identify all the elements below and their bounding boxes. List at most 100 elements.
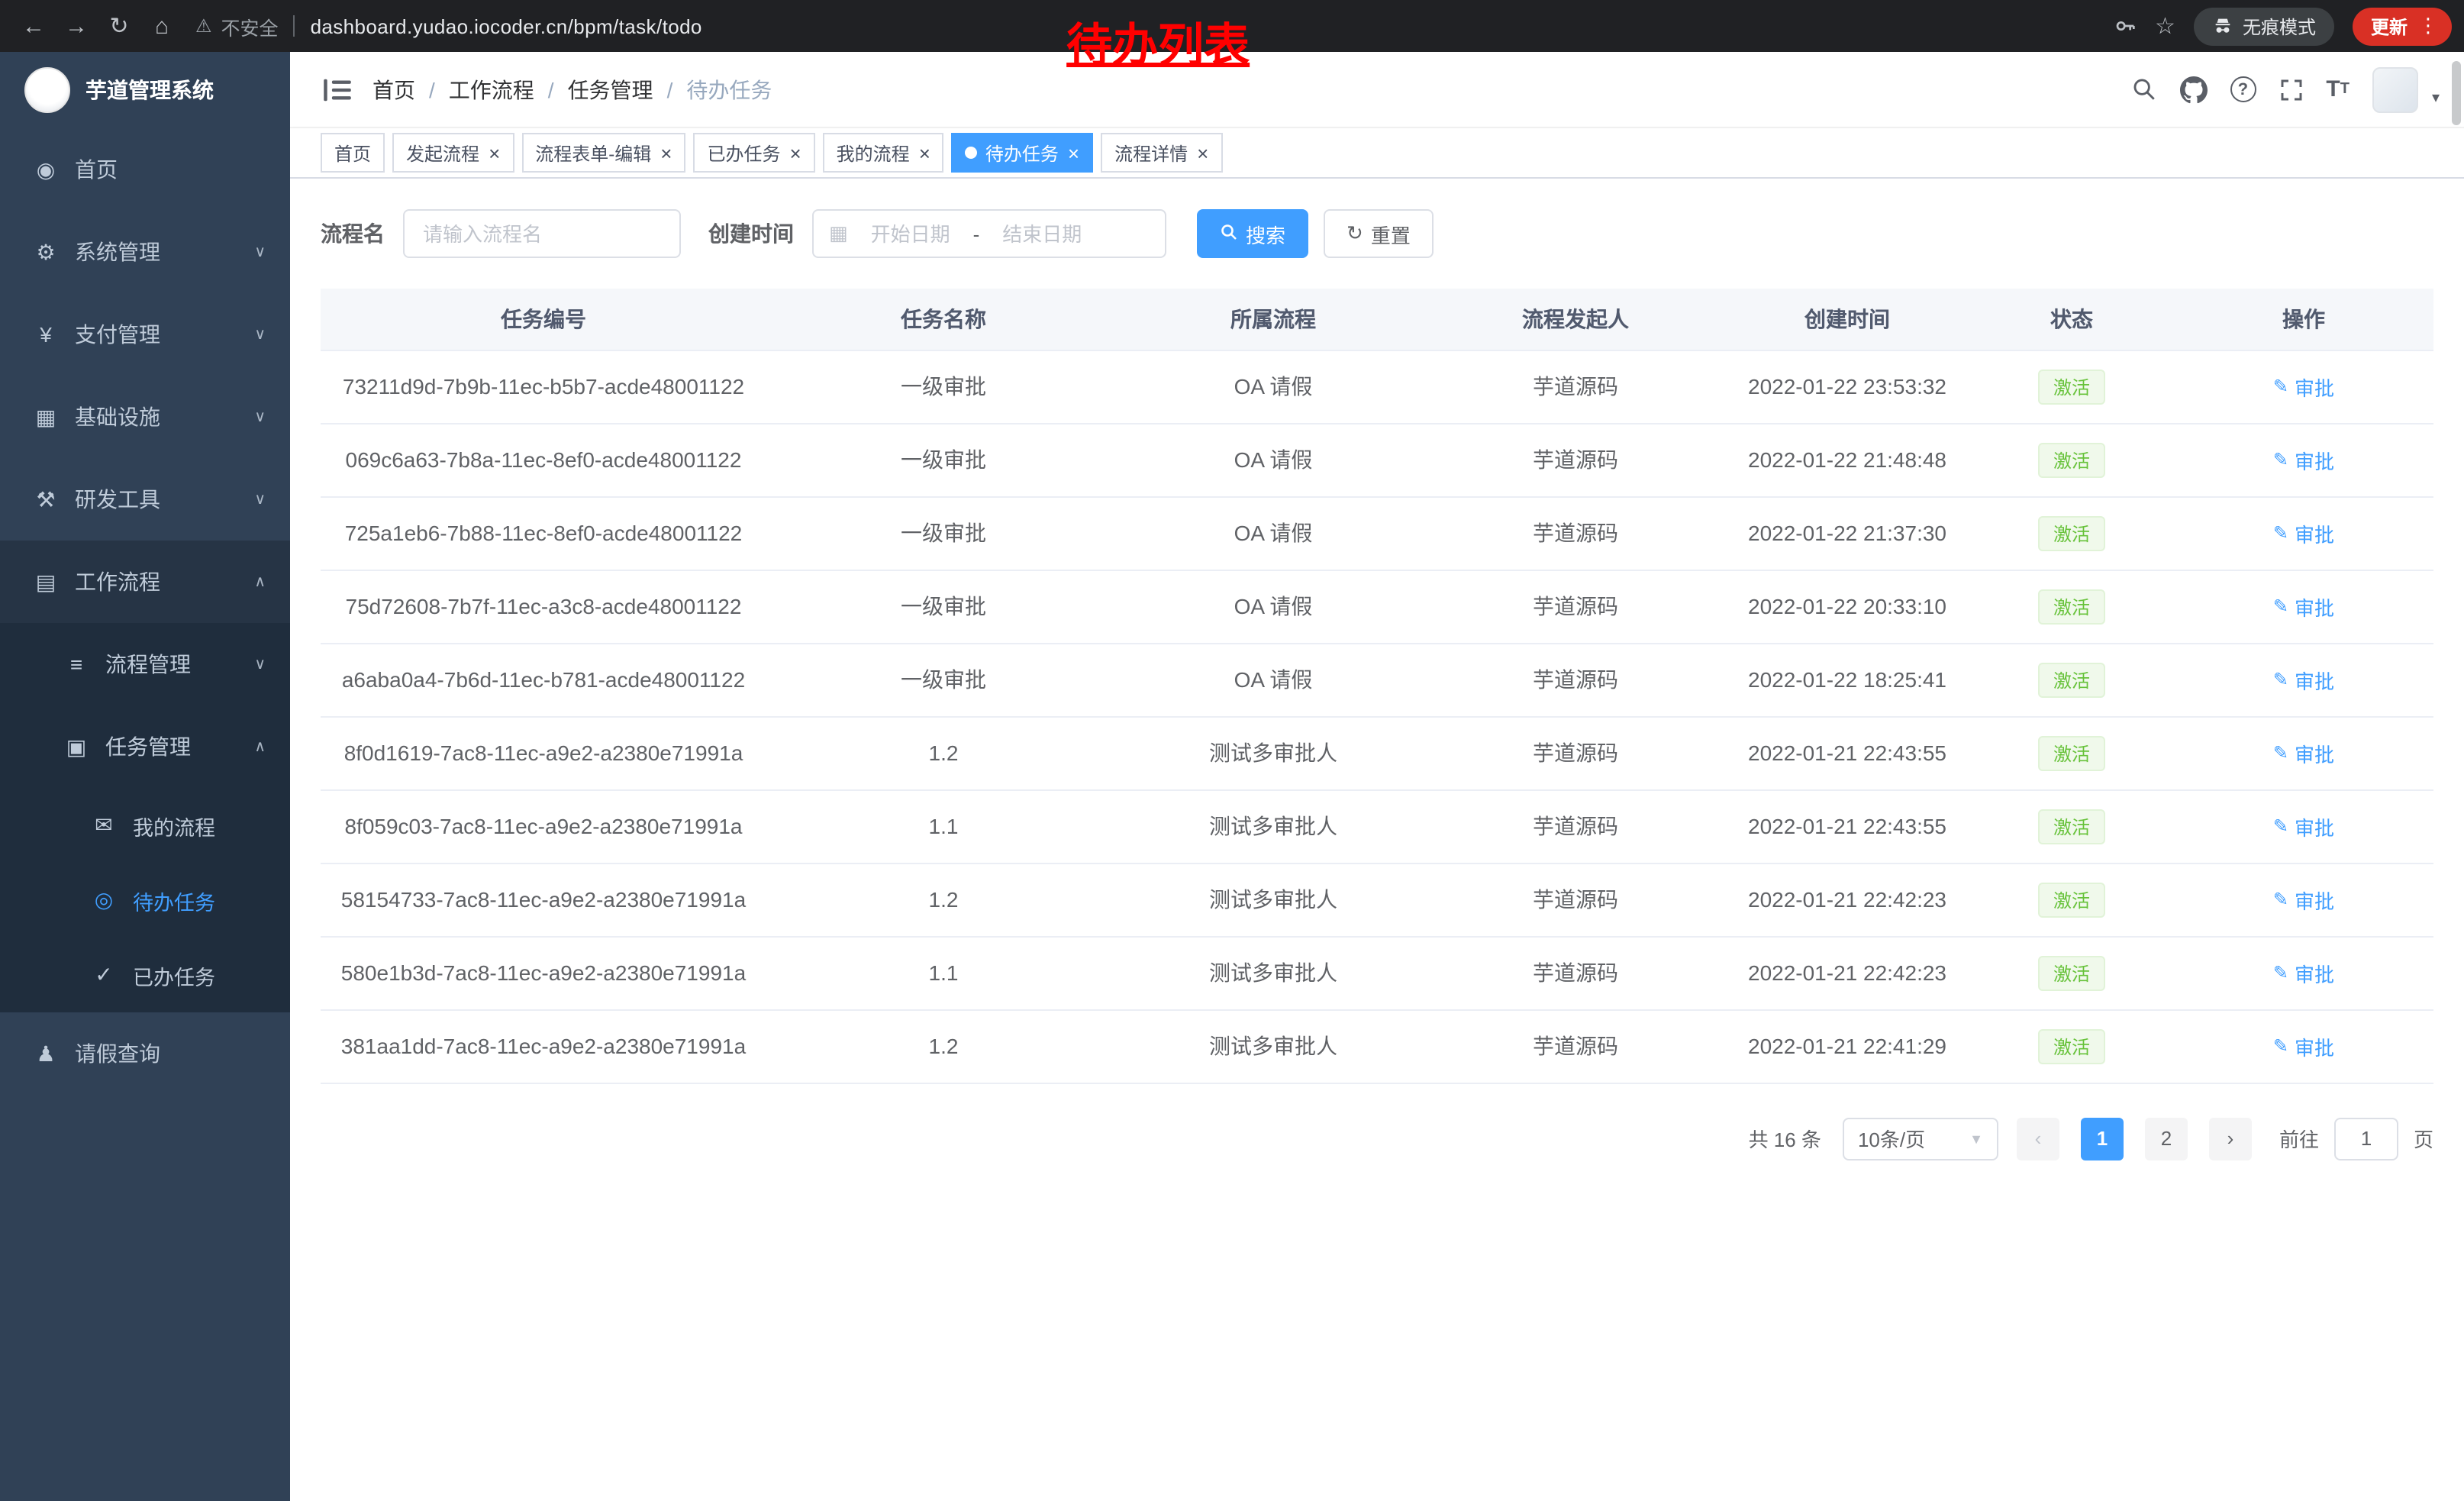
sidebar-item-system-mgmt[interactable]: ⚙系统管理∨	[0, 211, 290, 293]
address-bar[interactable]: ⚠ 不安全 dashboard.yudao.iocoder.cn/bpm/tas…	[195, 11, 702, 40]
end-date-input[interactable]	[985, 222, 1098, 245]
browser-menu-icon[interactable]: ⋮	[2418, 14, 2438, 38]
github-icon[interactable]	[2179, 76, 2207, 103]
cell-task-id: 381aa1dd-7ac8-11ec-a9e2-a2380e71991a	[321, 1009, 766, 1083]
avatar[interactable]	[2372, 66, 2418, 112]
approve-label: 审批	[2295, 1031, 2334, 1060]
tab-todo-task[interactable]: 待办任务×	[952, 133, 1093, 173]
cell-status: 激活	[1969, 570, 2174, 643]
tab-label: 我的流程	[837, 140, 910, 166]
close-icon[interactable]: ×	[1068, 143, 1079, 163]
breadcrumb-home[interactable]: 首页	[373, 74, 415, 105]
caret-down-icon[interactable]: ▾	[2432, 89, 2440, 112]
sidebar-item-home[interactable]: ◉首页	[0, 128, 290, 211]
sidebar-item-payment-mgmt[interactable]: ¥支付管理∨	[0, 293, 290, 376]
browser-chrome: ← → ↻ ⌂ ⚠ 不安全 dashboard.yudao.iocoder.cn…	[0, 0, 2464, 52]
key-icon[interactable]	[2112, 14, 2137, 38]
active-dot	[966, 147, 978, 159]
forward-icon[interactable]: →	[55, 13, 98, 39]
approve-link[interactable]: ✎审批	[2273, 665, 2334, 694]
hamburger-icon[interactable]	[324, 77, 351, 102]
approve-link[interactable]: ✎审批	[2273, 1031, 2334, 1060]
reset-button[interactable]: ↻ 重置	[1324, 209, 1434, 258]
process-name-input[interactable]	[403, 209, 681, 258]
tab-process-detail[interactable]: 流程详情×	[1101, 133, 1222, 173]
cell-created: 2022-01-21 22:43:55	[1725, 716, 1969, 789]
cell-process: OA 请假	[1121, 570, 1426, 643]
url-text[interactable]: dashboard.yudao.iocoder.cn/bpm/task/todo	[311, 15, 702, 37]
approve-link[interactable]: ✎审批	[2273, 372, 2334, 401]
start-date-input[interactable]	[854, 222, 967, 245]
reset-icon: ↻	[1346, 221, 1363, 246]
approve-label: 审批	[2295, 372, 2334, 401]
page-button-1[interactable]: 1	[2081, 1117, 2124, 1160]
sidebar-item-my-process[interactable]: ✉我的流程	[0, 788, 290, 863]
search-icon[interactable]	[2130, 76, 2156, 102]
chevron-down-icon: ▼	[1969, 1131, 1983, 1146]
goto-page-input[interactable]	[2334, 1117, 2398, 1160]
approve-link[interactable]: ✎审批	[2273, 738, 2334, 767]
close-icon[interactable]: ×	[660, 143, 672, 163]
close-icon[interactable]: ×	[919, 143, 930, 163]
list-icon: ≡	[61, 652, 92, 676]
sidebar-item-label: 已办任务	[133, 960, 266, 990]
approve-link[interactable]: ✎审批	[2273, 518, 2334, 547]
close-icon[interactable]: ×	[1197, 143, 1208, 163]
cell-process: 测试多审批人	[1121, 1009, 1426, 1083]
status-badge: 激活	[2038, 515, 2105, 550]
sidebar-item-infrastructure[interactable]: ▦基础设施∨	[0, 376, 290, 458]
font-size-icon[interactable]: TT	[2326, 76, 2350, 102]
sidebar-item-todo-task[interactable]: ◎ 待办任务	[0, 863, 290, 938]
breadcrumb-separator: /	[429, 77, 435, 102]
cell-action: ✎审批	[2174, 643, 2433, 716]
breadcrumb-workflow[interactable]: 工作流程	[449, 74, 534, 105]
cell-status: 激活	[1969, 350, 2174, 423]
next-page-button[interactable]: ›	[2209, 1117, 2252, 1160]
prev-page-button[interactable]: ‹	[2017, 1117, 2059, 1160]
update-button[interactable]: 更新 ⋮	[2353, 7, 2452, 45]
page-size-value: 10条/页	[1858, 1124, 1925, 1153]
date-range-picker[interactable]: ▦ -	[812, 209, 1166, 258]
tab-done-task[interactable]: 已办任务 ×	[693, 133, 814, 173]
help-icon[interactable]: ?	[2230, 76, 2256, 102]
sidebar-item-dev-tools[interactable]: ⚒研发工具∨	[0, 458, 290, 541]
approve-link[interactable]: ✎审批	[2273, 445, 2334, 474]
bookmark-star-icon[interactable]: ☆	[2155, 12, 2175, 40]
close-icon[interactable]: ×	[489, 143, 500, 163]
approve-link[interactable]: ✎审批	[2273, 592, 2334, 621]
date-separator: -	[973, 222, 980, 245]
back-icon[interactable]: ←	[12, 13, 55, 39]
search-button[interactable]: 搜索	[1197, 209, 1308, 258]
reload-icon[interactable]: ↻	[98, 12, 140, 40]
sidebar-item-label: 待办任务	[133, 885, 266, 915]
filter-bar: 流程名 创建时间 ▦ - 搜索	[321, 209, 2433, 258]
page-size-select[interactable]: 10条/页 ▼	[1843, 1117, 1998, 1160]
sidebar-item-done-task[interactable]: ✓已办任务	[0, 938, 290, 1012]
status-badge: 激活	[2038, 809, 2105, 844]
breadcrumb-current: 待办任务	[686, 74, 772, 105]
page-button-2[interactable]: 2	[2145, 1117, 2188, 1160]
tab-my-process[interactable]: 我的流程 ×	[823, 133, 944, 173]
approve-link[interactable]: ✎审批	[2273, 958, 2334, 987]
goto-page-label: 页	[2414, 1124, 2433, 1153]
sidebar-item-task-mgmt[interactable]: ▣任务管理∧	[0, 705, 290, 788]
fullscreen-icon[interactable]	[2279, 77, 2303, 102]
eye-icon: ◎	[89, 887, 119, 913]
tab-label: 已办任务	[707, 140, 780, 166]
app-logo[interactable]: 芋道管理系统	[0, 52, 290, 128]
table-row: 580e1b3d-7ac8-11ec-a9e2-a2380e71991a1.1测…	[321, 936, 2433, 1009]
tab-start-process[interactable]: 发起流程×	[392, 133, 514, 173]
sidebar-item-leave-query[interactable]: ♟请假查询	[0, 1012, 290, 1095]
cell-status: 激活	[1969, 643, 2174, 716]
sidebar-item-workflow[interactable]: ▤工作流程∧	[0, 541, 290, 623]
approve-link[interactable]: ✎审批	[2273, 812, 2334, 841]
browser-home-icon[interactable]: ⌂	[140, 13, 183, 39]
tab-home[interactable]: 首页	[321, 133, 385, 173]
close-icon[interactable]: ×	[789, 143, 801, 163]
breadcrumb-task-mgmt[interactable]: 任务管理	[568, 74, 653, 105]
scrollbar-thumb[interactable]	[2452, 61, 2461, 125]
sidebar-item-process-mgmt[interactable]: ≡流程管理∨	[0, 623, 290, 705]
cell-task-id: 069c6a63-7b8a-11ec-8ef0-acde48001122	[321, 423, 766, 496]
tab-form-edit[interactable]: 流程表单-编辑×	[521, 133, 685, 173]
approve-link[interactable]: ✎审批	[2273, 885, 2334, 914]
